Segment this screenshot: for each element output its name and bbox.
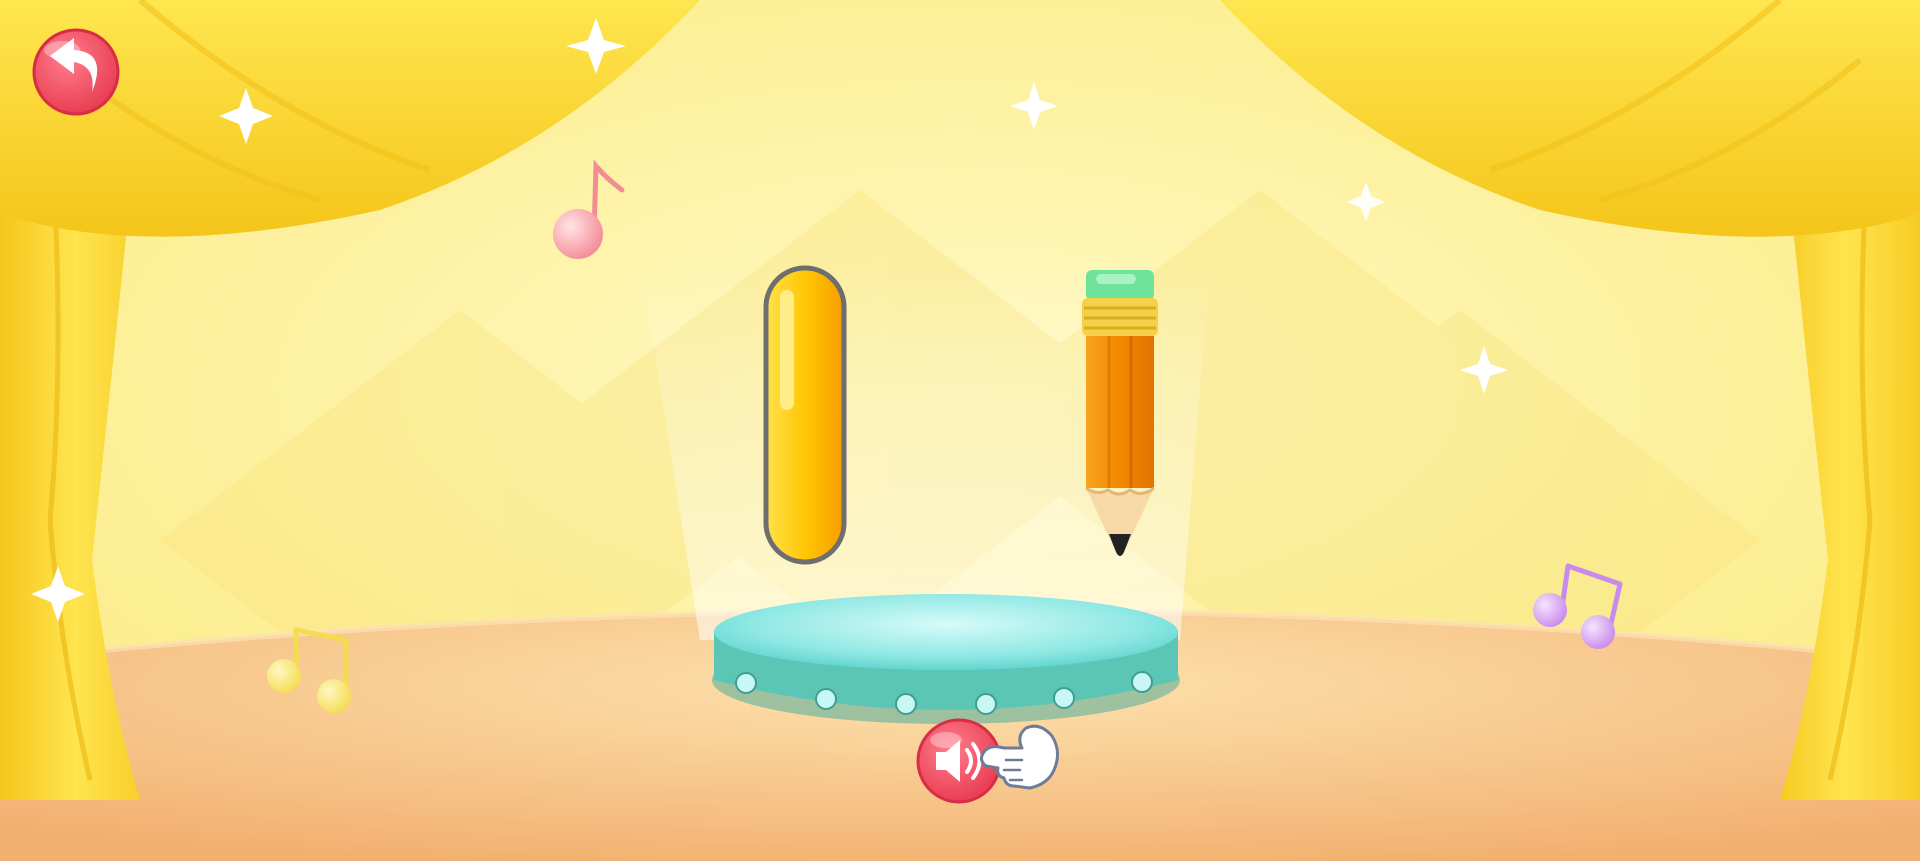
display-platform [712, 594, 1180, 724]
pencil-tool[interactable] [1080, 268, 1160, 560]
back-button[interactable] [34, 30, 118, 114]
stroke-trace-target[interactable] [766, 268, 844, 562]
sound-button[interactable] [918, 720, 1000, 802]
game-stage [0, 0, 1920, 861]
